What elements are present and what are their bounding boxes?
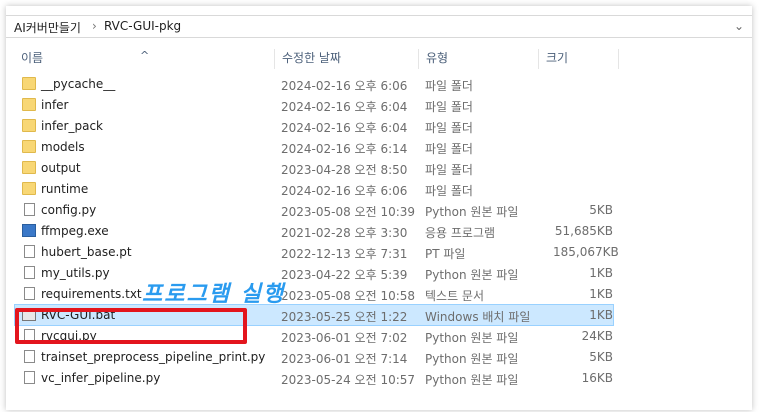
file-row[interactable]: models 2024-02-16 오후 6:14 파일 폴더 [15, 137, 613, 157]
chevron-down-icon[interactable]: ⌄ [734, 19, 744, 33]
file-date: 2024-02-16 오후 6:06 [281, 79, 408, 93]
highlight-box [15, 308, 247, 344]
folder-icon [22, 182, 36, 195]
file-row[interactable]: infer 2024-02-16 오후 6:04 파일 폴더 [15, 95, 613, 115]
file-type: Python 원본 파일 [425, 205, 519, 219]
file-type: Python 원본 파일 [425, 373, 519, 387]
file-type: 파일 폴더 [425, 184, 473, 198]
file-date: 2024-02-16 오후 6:06 [281, 184, 408, 198]
file-date: 2023-04-28 오전 8:50 [281, 163, 408, 177]
breadcrumb-current[interactable]: RVC-GUI-pkg [104, 19, 181, 33]
file-date: 2024-02-16 오후 6:14 [281, 142, 408, 156]
file-type: 파일 폴더 [425, 100, 473, 114]
file-name: hubert_base.pt [41, 245, 132, 259]
exe-icon [22, 224, 36, 237]
file-size: 185,067KB [553, 245, 619, 259]
annotation-label: 프로그램 실행 [142, 282, 286, 307]
column-header-type[interactable]: 유형 [426, 49, 448, 66]
file-name: trainset_preprocess_pipeline_print.py [41, 350, 266, 364]
file-name: infer [41, 98, 69, 112]
file-name: requirements.txt [41, 287, 142, 301]
file-name: runtime [41, 182, 89, 196]
file-date: 2022-12-13 오후 7:31 [281, 247, 408, 261]
column-header-size[interactable]: 크기 [546, 49, 568, 66]
file-type: PT 파일 [425, 247, 466, 261]
folder-icon [22, 77, 36, 90]
column-header-name[interactable]: 이름 [21, 49, 43, 66]
folder-icon [22, 161, 36, 174]
file-row[interactable]: hubert_base.pt 2022-12-13 오후 7:31 PT 파일 … [15, 242, 619, 262]
folder-icon [22, 119, 36, 132]
file-date: 2023-05-24 오전 10:57 [281, 373, 416, 387]
file-row[interactable]: config.py 2023-05-08 오전 10:39 Python 원본 … [15, 200, 613, 220]
file-icon [24, 350, 35, 363]
file-date: 2023-05-25 오전 1:22 [281, 310, 408, 324]
file-name: infer_pack [41, 119, 103, 133]
file-name: my_utils.py [41, 266, 110, 280]
file-type: 텍스트 문서 [425, 289, 485, 303]
file-explorer-window: AI커버만들기 › RVC-GUI-pkg ⌄ ^ 이름 수정한 날짜 유형 크… [6, 6, 752, 410]
file-type: 파일 폴더 [425, 142, 473, 156]
file-size: 1KB [589, 308, 613, 322]
breadcrumb-ai-cover[interactable]: AI커버만들기 [14, 19, 81, 36]
file-size: 51,685KB [554, 224, 613, 238]
file-date: 2021-02-28 오후 3:30 [281, 226, 408, 240]
file-size: 5KB [589, 203, 613, 217]
file-name: ffmpeg.exe [41, 224, 109, 238]
file-date: 2023-06-01 오전 7:14 [281, 352, 408, 366]
file-type: 파일 폴더 [425, 79, 473, 93]
file-row[interactable]: ffmpeg.exe 2021-02-28 오후 3:30 응용 프로그램 51… [15, 221, 613, 241]
file-size: 5KB [589, 350, 613, 364]
column-header-date[interactable]: 수정한 날짜 [282, 49, 341, 66]
file-row[interactable]: requirements.txt 2023-05-08 오전 10:58 텍스트… [15, 284, 613, 304]
file-name: __pycache__ [41, 77, 116, 91]
file-name: vc_infer_pipeline.py [41, 371, 161, 385]
file-name: models [41, 140, 85, 154]
file-row[interactable]: __pycache__ 2024-02-16 오후 6:06 파일 폴더 [15, 74, 613, 94]
file-icon [24, 203, 35, 216]
file-size: 1KB [589, 287, 613, 301]
file-size: 16KB [581, 371, 613, 385]
column-headers: ^ 이름 수정한 날짜 유형 크기 [6, 43, 752, 69]
file-row[interactable]: infer_pack 2024-02-16 오후 6:04 파일 폴더 [15, 116, 613, 136]
file-date: 2024-02-16 오후 6:04 [281, 121, 408, 135]
file-type: 파일 폴더 [425, 163, 473, 177]
file-icon [24, 371, 35, 384]
file-type: Python 원본 파일 [425, 331, 519, 345]
folder-icon [22, 98, 36, 111]
file-row[interactable]: trainset_preprocess_pipeline_print.py 20… [15, 347, 613, 367]
file-icon [24, 287, 35, 300]
file-row[interactable]: vc_infer_pipeline.py 2023-05-24 오전 10:57… [15, 368, 613, 388]
file-date: 2023-06-01 오전 7:02 [281, 331, 408, 345]
address-bar[interactable]: AI커버만들기 › RVC-GUI-pkg ⌄ [6, 15, 752, 38]
file-date: 2023-05-08 오전 10:39 [281, 205, 416, 219]
file-type: 파일 폴더 [425, 121, 473, 135]
file-type: 응용 프로그램 [425, 226, 496, 240]
folder-icon [22, 140, 36, 153]
file-icon [24, 245, 35, 258]
file-date: 2023-04-22 오후 5:39 [281, 268, 408, 282]
file-row[interactable]: runtime 2024-02-16 오후 6:06 파일 폴더 [15, 179, 613, 199]
file-type: Python 원본 파일 [425, 352, 519, 366]
file-date: 2024-02-16 오후 6:04 [281, 100, 408, 114]
file-row[interactable]: output 2023-04-28 오전 8:50 파일 폴더 [15, 158, 613, 178]
breadcrumb-separator-icon: › [92, 19, 97, 33]
file-icon [24, 266, 35, 279]
file-row[interactable]: my_utils.py 2023-04-22 오후 5:39 Python 원본… [15, 263, 613, 283]
file-name: output [41, 161, 81, 175]
file-date: 2023-05-08 오전 10:58 [281, 289, 416, 303]
file-size: 24KB [581, 329, 613, 343]
file-type: Python 원본 파일 [425, 268, 519, 282]
file-size: 1KB [589, 266, 613, 280]
sort-ascending-icon: ^ [140, 49, 150, 62]
file-name: config.py [41, 203, 97, 217]
file-type: Windows 배치 파일 [425, 310, 531, 324]
